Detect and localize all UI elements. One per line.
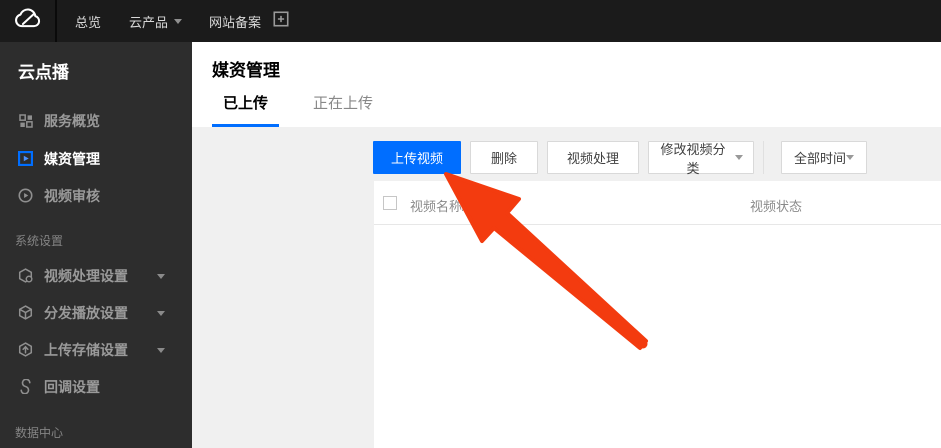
delete-button[interactable]: 删除 <box>470 141 538 174</box>
tab-bar: 已上传 正在上传 <box>212 92 384 127</box>
page-header: 媒资管理 已上传 正在上传 <box>192 42 941 127</box>
sidebar-label-video-review: 视频审核 <box>44 187 100 204</box>
sidebar-item-video-process-settings[interactable]: 视频处理设置 <box>0 257 192 294</box>
time-filter-value: 全部时间 <box>794 151 847 166</box>
modify-category-dropdown-button[interactable]: 修改视频分类 <box>648 141 754 176</box>
column-header-video-status: 视频状态 <box>750 199 803 214</box>
sidebar-label-distribution-settings: 分发播放设置 <box>44 304 128 321</box>
callback-loop-icon <box>18 379 33 394</box>
cloud-logo-icon <box>11 6 45 36</box>
top-navbar: 总览 云产品 网站备案 <box>0 0 941 42</box>
sidebar-item-media-management[interactable]: 媒资管理 <box>0 140 192 177</box>
nav-item-cloud-products[interactable]: 云产品 <box>129 12 183 31</box>
add-shortcut-button[interactable] <box>273 10 289 32</box>
sidebar-product-title: 云点播 <box>18 63 69 82</box>
nav-item-icp-filing[interactable]: 网站备案 <box>209 12 261 31</box>
chevron-down-icon <box>157 347 165 353</box>
nav-icp-label: 网站备案 <box>209 14 262 30</box>
select-all-checkbox[interactable] <box>383 196 397 210</box>
modify-category-label: 修改视频分类 <box>660 141 726 176</box>
nav-products-label: 云产品 <box>129 14 169 30</box>
tencent-cloud-logo[interactable] <box>0 0 57 42</box>
sidebar: 云点播 服务概览 媒资管理 视频审核 系统设置 视频处理设置 分发播放设置 上传… <box>0 42 192 448</box>
cube-3d-icon <box>18 305 33 320</box>
upload-video-button[interactable]: 上传视频 <box>373 141 461 174</box>
sidebar-item-upload-storage-settings[interactable]: 上传存储设置 <box>0 331 192 368</box>
sidebar-item-callback-settings[interactable]: 回调设置 <box>0 368 192 405</box>
nav-overview-label: 总览 <box>75 14 102 30</box>
play-square-icon <box>18 151 33 166</box>
video-process-button[interactable]: 视频处理 <box>547 141 639 174</box>
sidebar-item-service-overview[interactable]: 服务概览 <box>0 102 192 139</box>
sidebar-label-service-overview: 服务概览 <box>44 112 100 129</box>
chevron-down-icon <box>735 155 743 160</box>
table-header-row: 视频名称/ID 视频状态 <box>374 181 941 225</box>
sidebar-label-media-management: 媒资管理 <box>44 150 100 167</box>
sidebar-label-upload-storage-settings: 上传存储设置 <box>44 341 128 358</box>
nav-item-overview[interactable]: 总览 <box>75 12 101 31</box>
video-table-panel: 视频名称/ID 视频状态 <box>374 181 941 448</box>
play-circle-icon <box>18 188 33 203</box>
tab-uploading[interactable]: 正在上传 <box>302 92 384 127</box>
sidebar-item-distribution-settings[interactable]: 分发播放设置 <box>0 294 192 331</box>
toolbar: 上传视频 删除 视频处理 修改视频分类 全部时间 <box>373 141 867 176</box>
chevron-down-icon <box>846 155 854 160</box>
dashboard-grid-icon <box>18 113 33 128</box>
tab-uploaded[interactable]: 已上传 <box>212 92 280 127</box>
cube-gear-icon <box>18 268 33 283</box>
sidebar-section-system-settings: 系统设置 <box>15 233 64 248</box>
sidebar-item-video-review[interactable]: 视频审核 <box>0 177 192 214</box>
chevron-down-icon <box>157 310 165 316</box>
sidebar-label-callback-settings: 回调设置 <box>44 378 100 395</box>
sidebar-label-video-process-settings: 视频处理设置 <box>44 267 128 284</box>
toolbar-divider <box>763 141 764 174</box>
plus-square-icon <box>273 10 289 32</box>
sidebar-section-data-center: 数据中心 <box>15 425 64 440</box>
column-header-video-name: 视频名称/ID <box>410 199 479 214</box>
chevron-down-icon <box>174 18 183 24</box>
chevron-down-icon <box>157 273 165 279</box>
page-title: 媒资管理 <box>212 61 280 80</box>
time-filter-select[interactable]: 全部时间 <box>781 141 867 174</box>
upload-hexagon-icon <box>18 342 33 357</box>
